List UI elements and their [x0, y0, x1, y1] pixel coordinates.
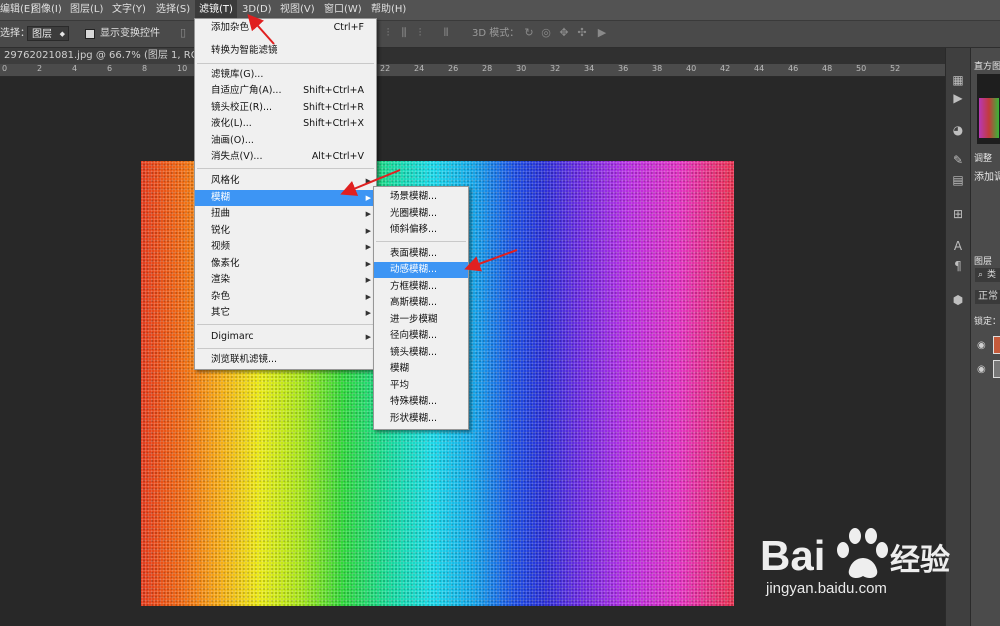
watermark-url: jingyan.baidu.com	[766, 580, 887, 597]
arrow-to-filter-menu	[247, 14, 275, 45]
svg-text:Bai: Bai	[760, 532, 825, 579]
arrow-to-blur-item	[340, 169, 401, 196]
svg-text:经验: 经验	[890, 543, 950, 578]
arrow-to-motion-blur	[464, 249, 518, 272]
